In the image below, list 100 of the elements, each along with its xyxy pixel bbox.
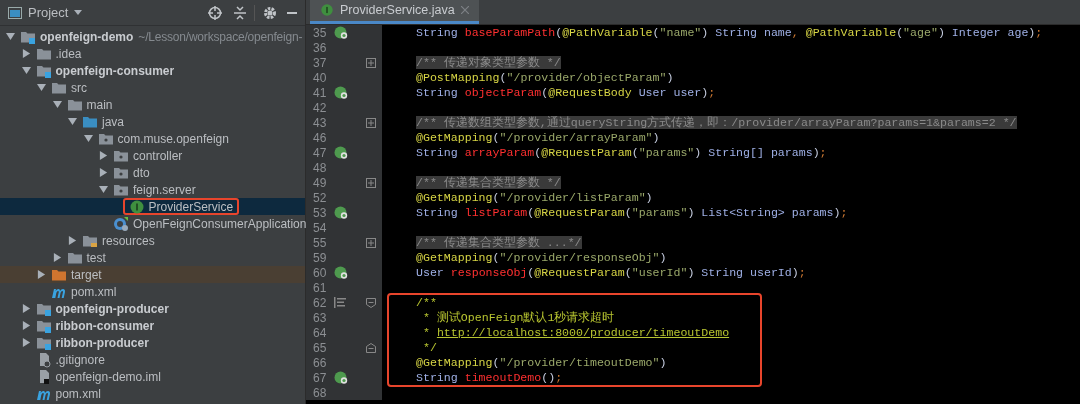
code-line: String timeoutDemo(); — [416, 369, 563, 386]
code-line: */ — [421, 339, 437, 356]
tree-item-name: pom.xml — [71, 283, 117, 301]
line-number: 42 — [312, 99, 328, 117]
tree-row[interactable]: java — [0, 113, 305, 130]
line-number: 46 — [312, 129, 328, 147]
expand-fold-icon[interactable] — [366, 177, 376, 188]
editor-tab[interactable]: ProviderService.java — [310, 0, 479, 24]
tree-row[interactable]: openfeign-producer — [0, 300, 305, 317]
expanded-arrow-icon[interactable] — [21, 66, 31, 75]
tree-row[interactable]: test — [0, 249, 305, 266]
line-number: 67 — [312, 369, 328, 387]
tree-item-name: openfeign-demo.iml — [55, 368, 161, 386]
line-number: 43 — [312, 114, 328, 132]
code-line: @PostMapping("/provider/objectParam") — [416, 69, 674, 86]
line-number: 48 — [312, 159, 328, 177]
line-number: 59 — [312, 249, 328, 267]
line-number: 41 — [312, 84, 328, 102]
collapsed-arrow-icon[interactable] — [52, 253, 62, 262]
implementation-icon[interactable] — [334, 205, 349, 220]
implementation-icon[interactable] — [334, 265, 349, 280]
tree-item-name: java — [102, 113, 124, 131]
collapsed-arrow-icon[interactable] — [21, 304, 31, 313]
tree-row[interactable]: com.muse.openfeign — [0, 130, 305, 147]
expanded-arrow-icon[interactable] — [99, 185, 108, 194]
project-path: ~/Lesson/workspace/openfeign- — [138, 28, 303, 46]
collapse-all-icon[interactable] — [234, 5, 246, 20]
line-number: 54 — [312, 219, 328, 237]
tree-item-name: feign.server — [133, 181, 196, 199]
collapse-fold-icon[interactable] — [366, 297, 376, 308]
tree-row[interactable]: .idea — [0, 45, 305, 62]
collapsed-arrow-icon[interactable] — [68, 236, 77, 245]
panel-title[interactable]: Project — [28, 2, 69, 23]
code-line: String baseParamPath(@PathVariable("name") String name, @PathVariable("age") Integer age); — [416, 25, 1043, 41]
tree-item-name: openfeign-producer — [55, 300, 169, 318]
collapsed-arrow-icon[interactable] — [21, 338, 31, 347]
tree-row[interactable]: ribbon-producer — [0, 334, 305, 351]
line-number: 65 — [312, 339, 328, 357]
tree-item-name: target — [71, 266, 102, 284]
line-number: 40 — [312, 69, 328, 87]
locate-icon[interactable] — [208, 5, 222, 20]
minimize-icon[interactable] — [287, 11, 297, 14]
tree-item-name: src — [71, 79, 87, 97]
line-number: 63 — [312, 309, 328, 327]
tree-item-name: ribbon-producer — [55, 334, 149, 352]
collapsed-arrow-icon[interactable] — [37, 270, 46, 279]
line-number: 36 — [312, 39, 328, 57]
doc-icon[interactable] — [334, 297, 346, 308]
tree-row[interactable]: pom.xml — [0, 385, 305, 402]
tree-row[interactable]: openfeign-consumer — [0, 62, 305, 79]
collapsed-arrow-icon[interactable] — [21, 321, 31, 330]
expanded-arrow-icon[interactable] — [37, 83, 46, 92]
line-number: 66 — [312, 354, 328, 372]
tree-item-name: controller — [133, 147, 183, 165]
code-line: @GetMapping("/provider/timeoutDemo") — [416, 354, 667, 371]
code-line: /** — [416, 294, 437, 311]
implementation-icon[interactable] — [334, 145, 349, 160]
collapse-fold-icon[interactable] — [366, 342, 376, 353]
line-number: 61 — [312, 279, 328, 297]
panel-icon — [8, 6, 22, 19]
tree-row[interactable]: src — [0, 79, 305, 96]
line-number: 37 — [312, 54, 328, 72]
collapsed-arrow-icon[interactable] — [21, 49, 31, 58]
line-number: 47 — [312, 144, 328, 162]
tree-row[interactable]: feign.server — [0, 181, 305, 198]
expanded-arrow-icon[interactable] — [6, 32, 15, 41]
implementation-icon[interactable] — [334, 370, 349, 385]
tab-label: ProviderService.java — [340, 1, 455, 19]
code-line: @GetMapping("/provider/listParam") — [416, 189, 653, 206]
line-number: 53 — [312, 204, 328, 222]
expanded-arrow-icon[interactable] — [52, 100, 62, 109]
tree-row[interactable]: pom.xml — [0, 283, 305, 300]
settings-icon[interactable] — [263, 5, 277, 20]
dropdown-caret-icon[interactable] — [74, 10, 83, 15]
expand-fold-icon[interactable] — [366, 237, 376, 248]
expand-fold-icon[interactable] — [366, 57, 376, 68]
collapsed-arrow-icon[interactable] — [99, 168, 108, 177]
line-number: 52 — [312, 189, 328, 207]
expand-fold-icon[interactable] — [366, 117, 376, 128]
expanded-arrow-icon[interactable] — [83, 134, 93, 143]
implementation-icon[interactable] — [334, 85, 349, 100]
tree-row[interactable]: openfeign-demo.iml — [0, 368, 305, 385]
tree-row[interactable]: ProviderService — [0, 198, 305, 215]
tree-row[interactable]: OpenFeignConsumerApplication — [0, 215, 305, 232]
tree-row[interactable]: controller — [0, 147, 305, 164]
tree-row[interactable]: resources — [0, 232, 305, 249]
tree-row[interactable]: openfeign-demo ~/Lesson/workspace/openfeign- — [0, 28, 305, 45]
tree-row[interactable]: target — [0, 266, 305, 283]
implementation-icon[interactable] — [334, 25, 349, 40]
tree-row[interactable]: dto — [0, 164, 305, 181]
collapsed-arrow-icon[interactable] — [99, 151, 108, 160]
expanded-arrow-icon[interactable] — [68, 117, 77, 126]
tree-item-name: dto — [133, 164, 150, 182]
interface-icon — [128, 198, 145, 215]
tree-row[interactable]: ribbon-consumer — [0, 317, 305, 334]
tree-row[interactable]: main — [0, 96, 305, 113]
line-number: 55 — [312, 234, 328, 252]
tree-row[interactable]: .gitignore — [0, 351, 305, 368]
tree-item-name: openfeign-demo — [40, 28, 134, 46]
code-line: @GetMapping("/provider/responseObj") — [416, 249, 667, 266]
